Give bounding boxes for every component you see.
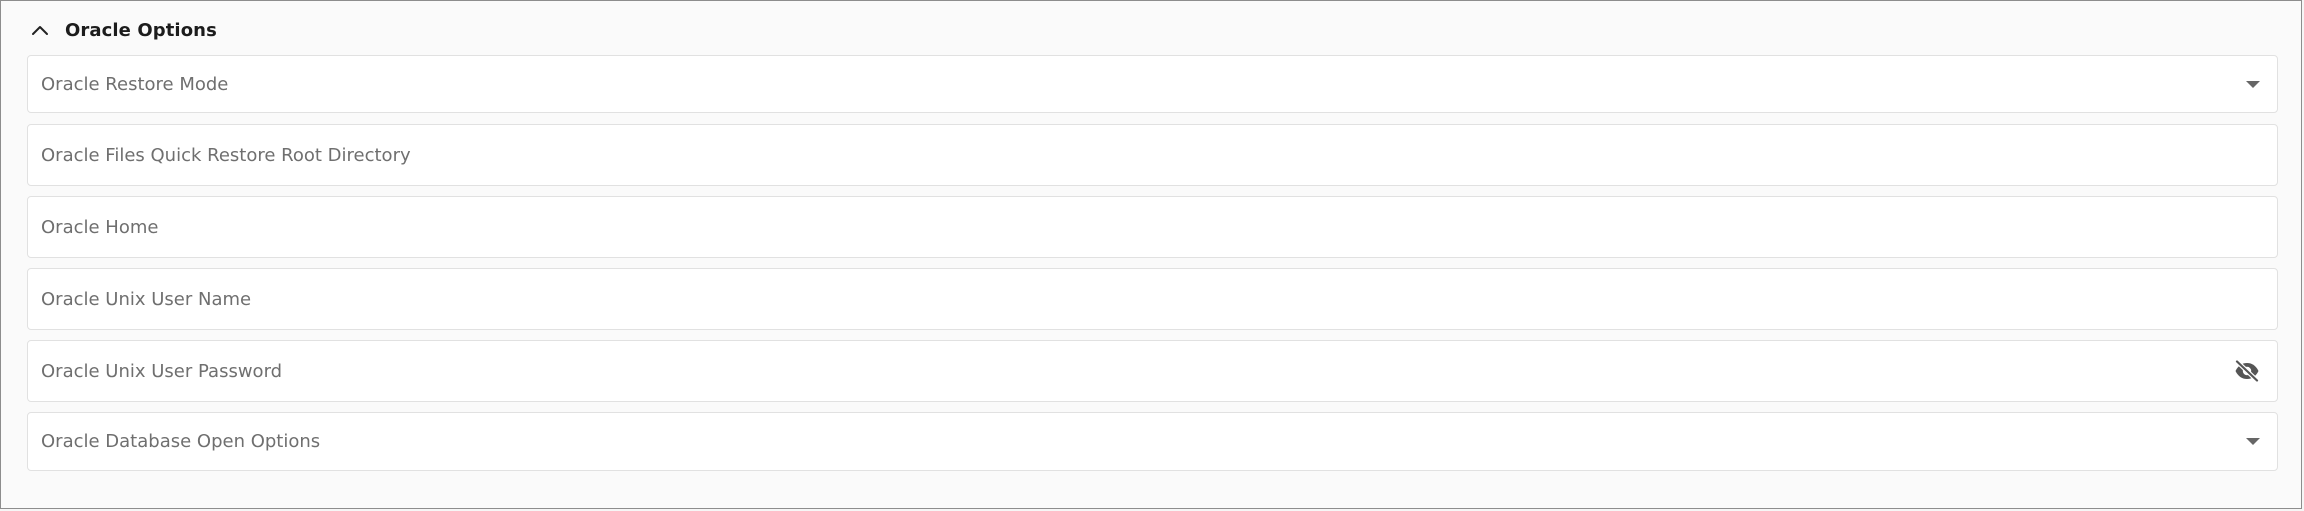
- field-label: Oracle Unix User Name: [41, 288, 252, 310]
- field-label: Oracle Home: [41, 216, 159, 238]
- oracle-home-input[interactable]: Oracle Home: [27, 196, 2278, 258]
- oracle-restore-mode-select[interactable]: Oracle Restore Mode: [27, 55, 2278, 113]
- field-label: Oracle Files Quick Restore Root Director…: [41, 144, 411, 166]
- caret-down-icon[interactable]: [2246, 438, 2260, 445]
- oracle-options-panel: Oracle Options Oracle Restore Mode Oracl…: [0, 0, 2302, 509]
- caret-down-icon[interactable]: [2246, 80, 2260, 88]
- oracle-unix-user-name-input[interactable]: Oracle Unix User Name: [27, 268, 2278, 330]
- field-label: Oracle Restore Mode: [41, 73, 229, 95]
- quick-restore-root-directory-input[interactable]: Oracle Files Quick Restore Root Director…: [27, 124, 2278, 186]
- field-label: Oracle Database Open Options: [41, 431, 321, 452]
- oracle-unix-user-password-input[interactable]: Oracle Unix User Password: [27, 340, 2278, 402]
- oracle-options-header[interactable]: Oracle Options: [29, 15, 217, 45]
- field-label: Oracle Unix User Password: [41, 360, 283, 382]
- eye-off-icon[interactable]: [2233, 357, 2261, 385]
- chevron-up-icon[interactable]: [29, 19, 51, 41]
- oracle-database-open-options-select[interactable]: Oracle Database Open Options: [27, 412, 2278, 471]
- section-title: Oracle Options: [65, 19, 217, 41]
